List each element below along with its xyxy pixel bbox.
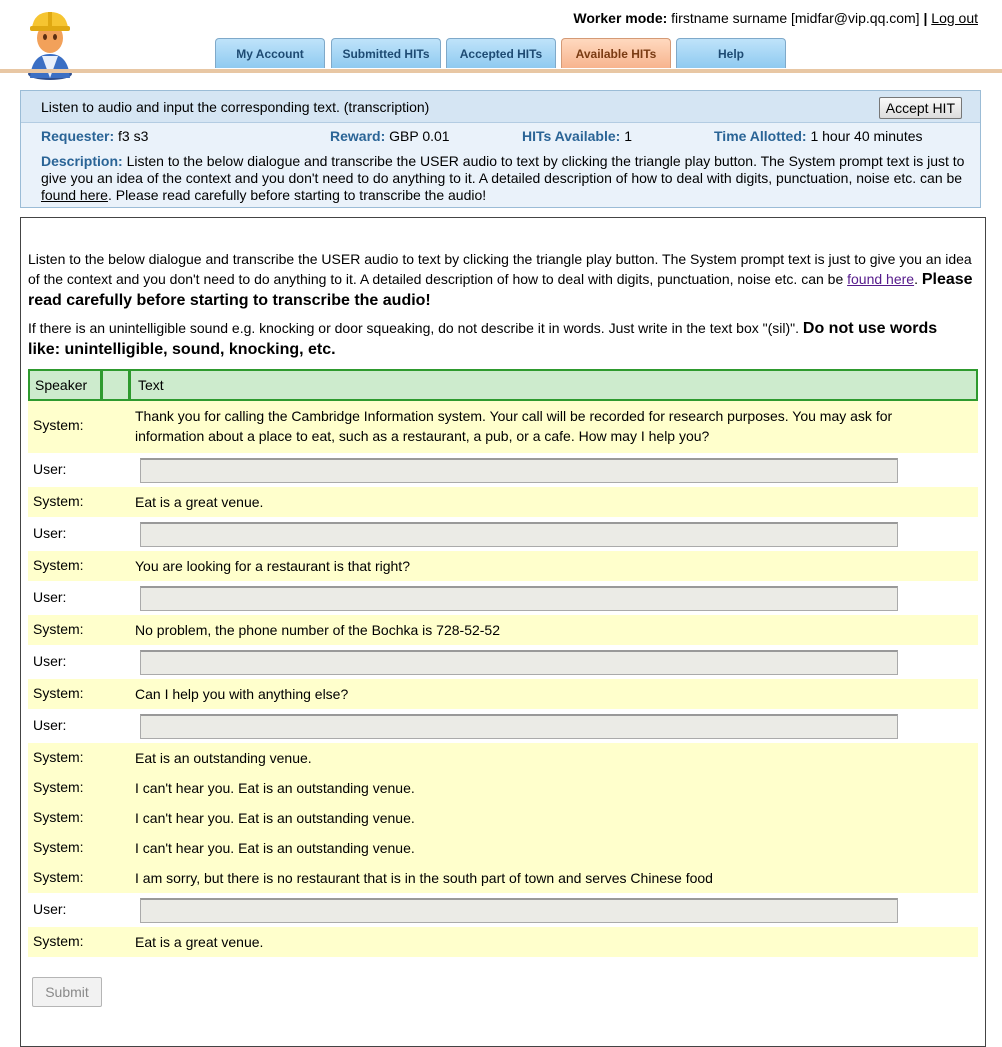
row-speaker: System: xyxy=(33,839,84,855)
description-label: Description: xyxy=(41,153,123,169)
row-speaker: User: xyxy=(33,589,67,605)
reward-label: Reward: xyxy=(330,128,386,144)
table-row: System: Eat is a great venue. xyxy=(28,487,978,517)
worker-mode-label: Worker mode: xyxy=(573,10,668,26)
header-play xyxy=(98,371,131,399)
row-speaker: System: xyxy=(33,493,84,509)
row-speaker: User: xyxy=(33,901,67,917)
table-row: User: xyxy=(28,453,978,487)
worker-mode-line: Worker mode: firstname surname [midfar@v… xyxy=(573,10,978,26)
submit-button[interactable]: Submit xyxy=(32,977,102,1007)
description-found-here-link[interactable]: found here xyxy=(41,187,108,203)
system-prompt-text: I can't hear you. Eat is an outstanding … xyxy=(135,780,415,796)
row-speaker: User: xyxy=(33,525,67,541)
worker-identity: firstname surname [midfar@vip.qq.com] xyxy=(671,10,920,26)
table-row: System: No problem, the phone number of … xyxy=(28,615,978,645)
task-frame: Listen to the below dialogue and transcr… xyxy=(20,217,986,1047)
row-speaker: System: xyxy=(33,557,84,573)
requester-label: Requester: xyxy=(41,128,115,144)
header-speaker: Speaker xyxy=(30,371,103,399)
table-row: System: Eat is a great venue. xyxy=(28,927,978,957)
sil-text: If there is an unintelligible sound e.g.… xyxy=(28,320,800,336)
system-prompt-text: I can't hear you. Eat is an outstanding … xyxy=(135,810,415,826)
description-text: Listen to the below dialogue and transcr… xyxy=(41,153,965,186)
table-row: System: I can't hear you. Eat is an outs… xyxy=(28,833,978,863)
user-transcription-input[interactable] xyxy=(140,714,898,739)
table-row: User: xyxy=(28,581,978,615)
table-row: User: xyxy=(28,893,978,927)
table-row: System: I can't hear you. Eat is an outs… xyxy=(28,773,978,803)
row-speaker: System: xyxy=(33,417,84,433)
user-transcription-input[interactable] xyxy=(140,898,898,923)
row-speaker: System: xyxy=(33,809,84,825)
table-row: User: xyxy=(28,517,978,551)
row-speaker: System: xyxy=(33,749,84,765)
hit-title: Listen to audio and input the correspond… xyxy=(41,99,430,115)
time-allotted-label: Time Allotted: xyxy=(714,128,807,144)
instructions-period: . xyxy=(914,271,918,287)
reward-value: GBP 0.01 xyxy=(389,128,450,144)
hit-title-bar: Listen to audio and input the correspond… xyxy=(21,91,980,123)
system-prompt-text: Thank you for calling the Cambridge Info… xyxy=(135,408,893,444)
requester-value: f3 s3 xyxy=(118,128,149,144)
row-speaker: System: xyxy=(33,685,84,701)
tab-my-account[interactable]: My Account xyxy=(215,38,325,68)
row-speaker: User: xyxy=(33,461,67,477)
tab-help[interactable]: Help xyxy=(676,38,786,68)
table-row: System: Can I help you with anything els… xyxy=(28,679,978,709)
time-allotted-field: Time Allotted: 1 hour 40 minutes xyxy=(714,128,923,144)
user-transcription-input[interactable] xyxy=(140,650,898,675)
user-transcription-input[interactable] xyxy=(140,458,898,483)
system-prompt-text: I am sorry, but there is no restaurant t… xyxy=(135,870,713,886)
row-speaker: User: xyxy=(33,653,67,669)
description-tail: . Please read carefully before starting … xyxy=(107,187,487,203)
table-row: System: You are looking for a restaurant… xyxy=(28,551,978,581)
row-speaker: User: xyxy=(33,717,67,733)
accept-hit-button[interactable]: Accept HIT xyxy=(878,97,962,119)
header: Worker mode: firstname surname [midfar@v… xyxy=(0,0,1002,80)
hits-available-field: HITs Available: 1 xyxy=(522,128,632,144)
table-row: System: I am sorry, but there is no rest… xyxy=(28,863,978,893)
reward-field: Reward: GBP 0.01 xyxy=(330,128,450,144)
hit-summary-box: Listen to audio and input the correspond… xyxy=(20,90,981,208)
system-prompt-text: I can't hear you. Eat is an outstanding … xyxy=(135,840,415,856)
hits-available-value: 1 xyxy=(624,128,632,144)
header-divider xyxy=(0,69,1002,73)
logout-link[interactable]: Log out xyxy=(931,10,978,26)
table-row: System: Eat is an outstanding venue. xyxy=(28,743,978,773)
task-instructions: Listen to the below dialogue and transcr… xyxy=(28,249,973,311)
time-allotted-value: 1 hour 40 minutes xyxy=(810,128,923,144)
user-transcription-input[interactable] xyxy=(140,522,898,547)
row-speaker: System: xyxy=(33,621,84,637)
row-speaker: System: xyxy=(33,933,84,949)
table-row: System: I can't hear you. Eat is an outs… xyxy=(28,803,978,833)
system-prompt-text: Can I help you with anything else? xyxy=(135,686,349,702)
hit-description: Description: Listen to the below dialogu… xyxy=(41,153,966,204)
table-header: Speaker Text xyxy=(28,369,978,401)
system-prompt-text: You are looking for a restaurant is that… xyxy=(135,558,410,574)
sil-instructions: If there is an unintelligible sound e.g.… xyxy=(28,318,973,360)
dialogue-table: Speaker Text System: Thank you for calli… xyxy=(28,369,978,957)
user-transcription-input[interactable] xyxy=(140,586,898,611)
table-row: User: xyxy=(28,645,978,679)
system-prompt-text: No problem, the phone number of the Boch… xyxy=(135,622,501,638)
tab-available-hits[interactable]: Available HITs xyxy=(561,38,671,68)
hits-available-label: HITs Available: xyxy=(522,128,621,144)
requester-field: Requester: f3 s3 xyxy=(41,128,148,144)
separator: | xyxy=(923,10,928,26)
system-prompt-text: Eat is a great venue. xyxy=(135,934,264,950)
system-prompt-text: Eat is an outstanding venue. xyxy=(135,750,312,766)
system-prompt-text: Eat is a great venue. xyxy=(135,494,264,510)
row-speaker: System: xyxy=(33,779,84,795)
tab-submitted-hits[interactable]: Submitted HITs xyxy=(331,38,441,68)
row-speaker: System: xyxy=(33,869,84,885)
tab-accepted-hits[interactable]: Accepted HITs xyxy=(446,38,556,68)
instructions-found-here-link[interactable]: found here xyxy=(847,271,914,287)
table-row: User: xyxy=(28,709,978,743)
instructions-text: Listen to the below dialogue and transcr… xyxy=(28,251,972,287)
table-row: System: Thank you for calling the Cambri… xyxy=(28,401,978,453)
header-text: Text xyxy=(138,377,164,393)
